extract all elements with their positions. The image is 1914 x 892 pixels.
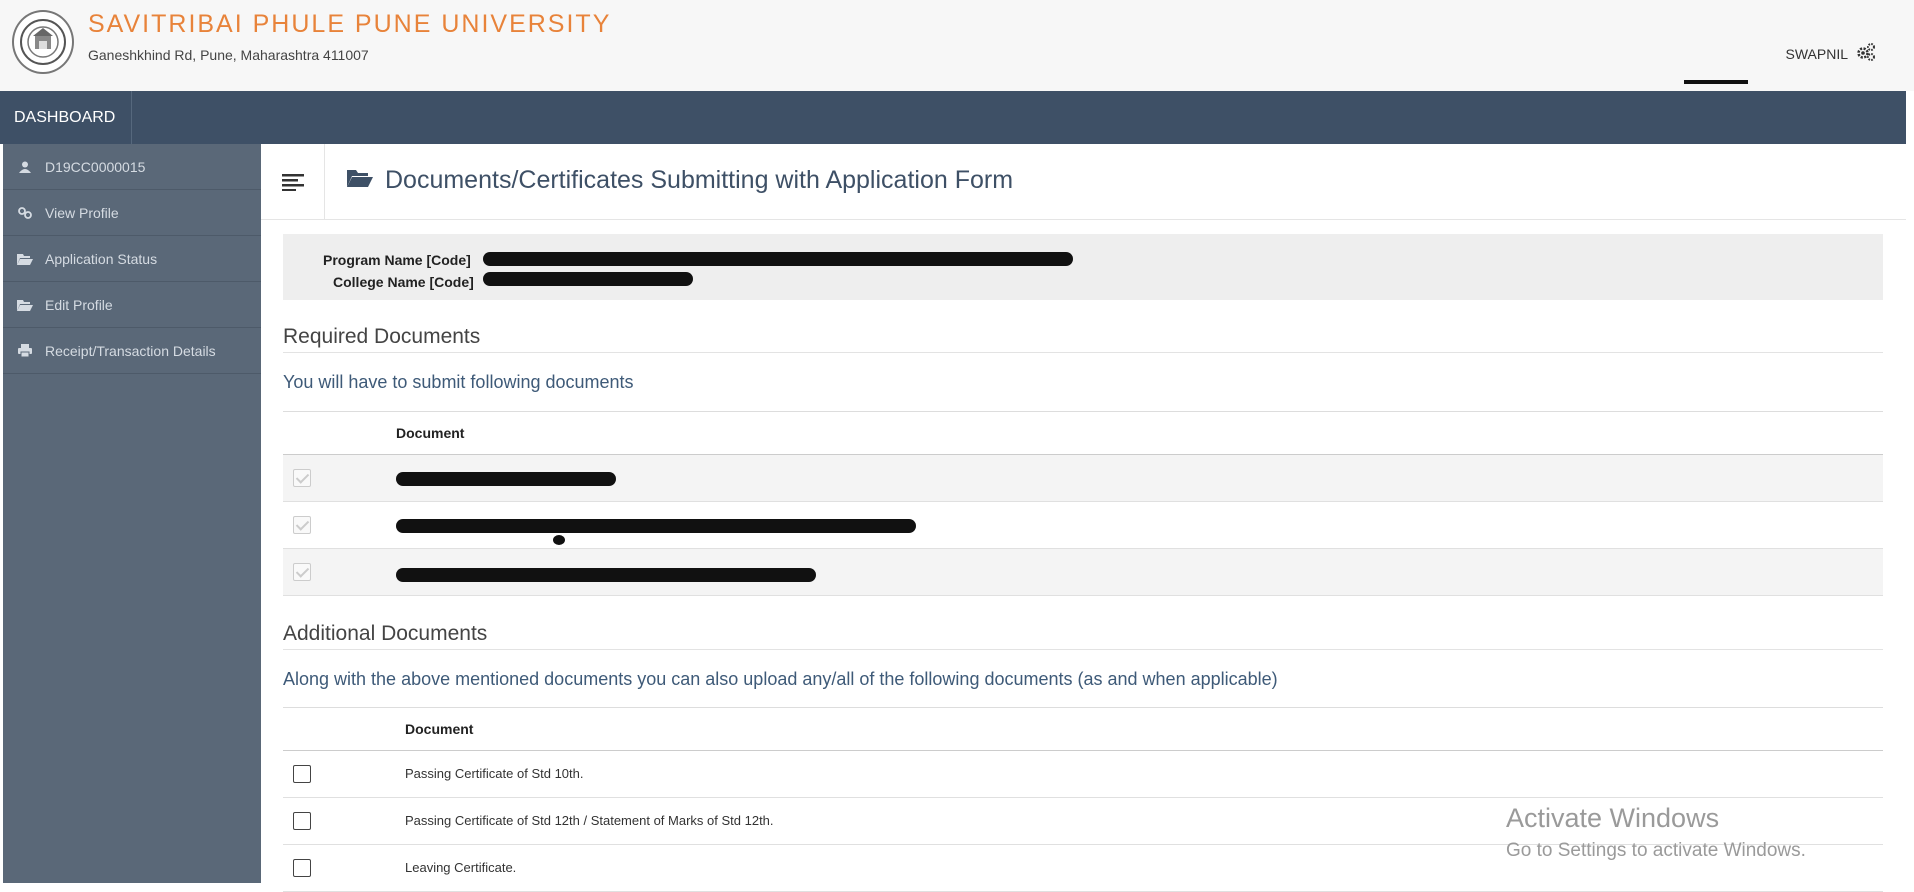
print-icon bbox=[17, 344, 33, 357]
menu-toggle-button[interactable] bbox=[261, 144, 325, 220]
page-title-text: Documents/Certificates Submitting with A… bbox=[385, 166, 1014, 194]
main-content: Documents/Certificates Submitting with A… bbox=[261, 144, 1914, 892]
sidebar-item-label: View Profile bbox=[45, 204, 119, 221]
document-checkbox[interactable] bbox=[293, 469, 311, 487]
user-name: SWAPNIL bbox=[1785, 45, 1849, 62]
program-name-label: Program Name [Code] bbox=[323, 252, 471, 268]
divider bbox=[283, 352, 1883, 353]
sidebar-item-user-id[interactable]: D19CC0000015 bbox=[3, 144, 261, 190]
hamburger-icon bbox=[281, 174, 304, 191]
sidebar-item-receipt-details[interactable]: Receipt/Transaction Details bbox=[3, 328, 261, 374]
watermark-line-1: Activate Windows bbox=[1506, 803, 1720, 833]
required-documents-subtitle: You will have to submit following docume… bbox=[283, 372, 634, 392]
table-row bbox=[283, 502, 1883, 549]
university-seal-icon bbox=[12, 10, 74, 74]
sidebar-item-label: Edit Profile bbox=[45, 296, 113, 313]
document-label: Leaving Certificate. bbox=[405, 860, 517, 875]
divider bbox=[283, 649, 1883, 650]
user-menu[interactable]: SWAPNIL bbox=[1786, 42, 1877, 65]
column-header-document: Document bbox=[405, 721, 474, 737]
document-label: Passing Certificate of Std 10th. bbox=[405, 766, 584, 781]
content-titlebar: Documents/Certificates Submitting with A… bbox=[261, 144, 1906, 220]
document-checkbox[interactable] bbox=[293, 765, 311, 783]
link-icon bbox=[17, 206, 33, 219]
document-checkbox[interactable] bbox=[293, 812, 311, 830]
nav-dashboard[interactable]: DASHBOARD bbox=[0, 91, 132, 144]
table-row: Passing Certificate of Std 10th. bbox=[283, 751, 1883, 798]
additional-documents-title: Additional Documents bbox=[283, 622, 488, 645]
folder-open-icon bbox=[347, 166, 373, 195]
user-icon bbox=[17, 161, 33, 173]
redaction-mark bbox=[396, 472, 616, 486]
table-row bbox=[283, 549, 1883, 596]
sidebar-item-label: Receipt/Transaction Details bbox=[45, 342, 216, 359]
required-documents-table: Document bbox=[283, 411, 1883, 596]
folder-open-icon bbox=[17, 299, 33, 311]
sidebar-item-view-profile[interactable]: View Profile bbox=[3, 190, 261, 236]
redaction-mark bbox=[396, 568, 816, 582]
redaction-mark bbox=[483, 272, 693, 286]
redaction-mark bbox=[483, 252, 1073, 266]
table-header: Document bbox=[283, 411, 1883, 455]
table-row bbox=[283, 455, 1883, 502]
additional-documents-subtitle: Along with the above mentioned documents… bbox=[283, 669, 1278, 689]
gears-icon[interactable] bbox=[1856, 42, 1876, 65]
redaction-mark bbox=[396, 519, 916, 533]
top-navbar: DASHBOARD bbox=[0, 91, 1906, 144]
document-checkbox[interactable] bbox=[293, 563, 311, 581]
column-header-document: Document bbox=[396, 425, 465, 441]
activate-windows-watermark: Activate Windows Go to Settings to activ… bbox=[1506, 803, 1806, 862]
redaction-mark bbox=[553, 535, 565, 545]
university-address: Ganeshkhind Rd, Pune, Maharashtra 411007 bbox=[88, 47, 369, 63]
sidebar-item-label: D19CC0000015 bbox=[45, 158, 146, 175]
college-name-label: College Name [Code] bbox=[333, 274, 474, 290]
redaction-mark bbox=[1684, 80, 1748, 84]
folder-open-icon bbox=[17, 253, 33, 265]
sidebar-item-application-status[interactable]: Application Status bbox=[3, 236, 261, 282]
program-info-box: Program Name [Code] College Name [Code] bbox=[283, 234, 1883, 300]
university-name: SAVITRIBAI PHULE PUNE UNIVERSITY bbox=[88, 10, 612, 38]
document-checkbox[interactable] bbox=[293, 859, 311, 877]
sidebar-item-edit-profile[interactable]: Edit Profile bbox=[3, 282, 261, 328]
document-label: Passing Certificate of Std 12th / Statem… bbox=[405, 813, 774, 828]
table-header: Document bbox=[283, 707, 1883, 751]
page-header: SAVITRIBAI PHULE PUNE UNIVERSITY Ganeshk… bbox=[0, 0, 1914, 91]
required-documents-title: Required Documents bbox=[283, 325, 481, 348]
additional-documents-table: Document Passing Certificate of Std 10th… bbox=[283, 707, 1883, 892]
page-title: Documents/Certificates Submitting with A… bbox=[347, 166, 1013, 195]
document-checkbox[interactable] bbox=[293, 516, 311, 534]
sidebar: D19CC0000015 View Profile Application St… bbox=[3, 144, 261, 883]
sidebar-item-label: Application Status bbox=[45, 250, 158, 267]
watermark-line-2: Go to Settings to activate Windows. bbox=[1506, 840, 1806, 861]
